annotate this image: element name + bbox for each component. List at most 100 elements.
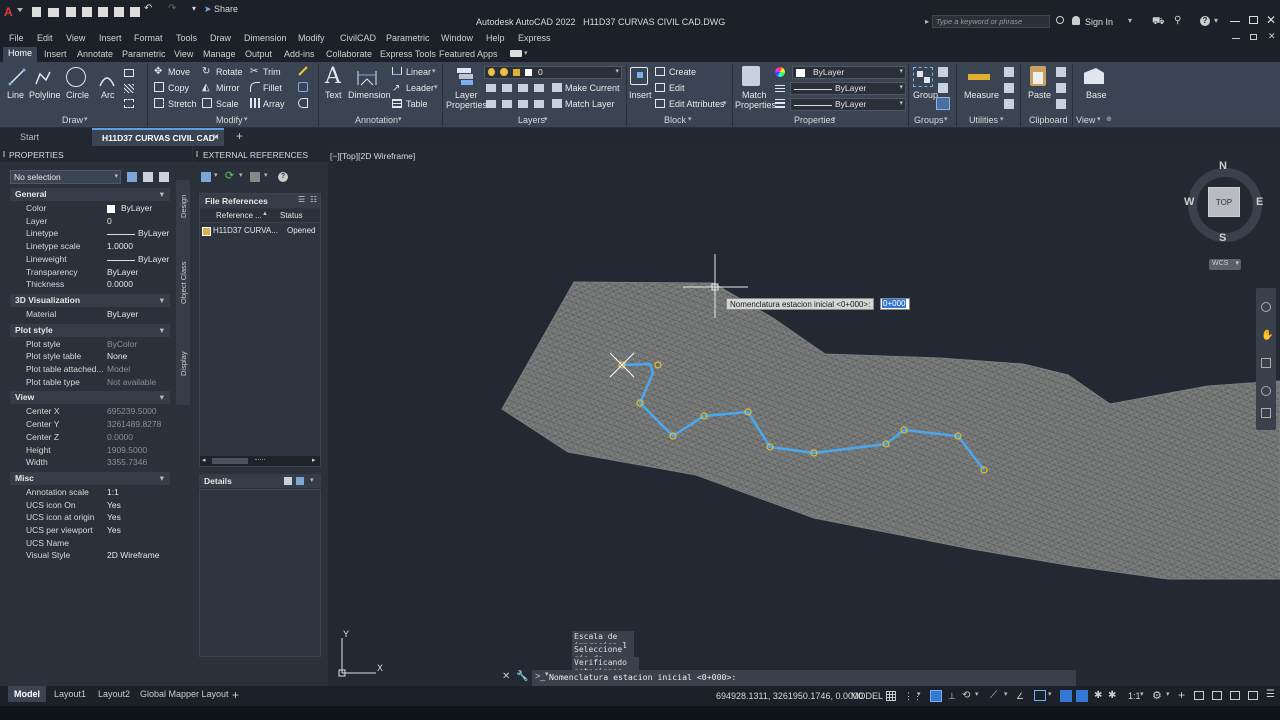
copy-clip-icon[interactable] (1056, 83, 1066, 93)
properties-expand-icon[interactable]: ▾ (832, 115, 836, 123)
osnap-icon[interactable]: ∠ (1016, 691, 1024, 702)
property-value[interactable]: 0.0000 (107, 279, 133, 289)
cut-icon[interactable] (1056, 67, 1066, 77)
attach-dropdown-icon[interactable]: ▾ (214, 171, 218, 179)
clean-screen-icon[interactable] (1248, 691, 1258, 700)
attach-dwg-icon[interactable] (201, 172, 211, 182)
view-options-icon[interactable]: ⊕ (1106, 115, 1112, 123)
palette-handle-icon[interactable] (196, 151, 198, 157)
insert-icon[interactable] (630, 67, 648, 85)
property-row[interactable]: Thickness 0.0000 (10, 279, 170, 291)
property-section-plot-style[interactable]: Plot style ▾ (10, 323, 170, 337)
layer-unisolate-icon[interactable] (502, 100, 512, 108)
property-value[interactable]: ByLayer (107, 309, 138, 319)
create-button[interactable]: Create (669, 67, 696, 77)
mirror-icon[interactable]: ◭ (202, 82, 210, 93)
property-row[interactable]: Plot table attached... Model (10, 364, 170, 376)
base-view-icon[interactable] (1084, 68, 1104, 84)
command-input[interactable]: Nomenclatura estacion inicial <0+000>: (549, 672, 736, 682)
ribbon-tab-add-ins[interactable]: Add-ins (284, 49, 315, 59)
property-value[interactable]: None (107, 351, 127, 361)
dynamic-input-field[interactable]: 0+000 (880, 298, 910, 310)
customize-qat-icon[interactable]: ▾ (192, 4, 196, 13)
text-button[interactable]: Text (325, 90, 342, 100)
property-value[interactable]: ByLayer (107, 267, 138, 277)
workspace-dropdown-icon[interactable]: ▾ (1166, 690, 1170, 698)
group-button[interactable]: Group (913, 90, 938, 100)
edit-attributes-button[interactable]: Edit Attributes (669, 99, 725, 109)
refresh-dropdown-icon[interactable]: ▾ (239, 171, 243, 179)
fillet-icon[interactable] (250, 82, 260, 92)
coordinates-readout[interactable]: 694928.1311, 3261950.1746, 0.0000 (716, 691, 863, 701)
osnap-dropdown-icon[interactable]: ▾ (1048, 690, 1052, 698)
close-icon[interactable]: ✕ (1266, 13, 1276, 27)
search-icon[interactable] (1056, 16, 1064, 24)
list-view-icon[interactable]: ☰ (298, 195, 305, 204)
property-row[interactable]: Linetype ByLayer (10, 228, 170, 240)
make-current-button[interactable]: Make Current (565, 83, 620, 93)
isodraft-icon[interactable]: ⟋ (990, 690, 997, 701)
paste-icon[interactable] (1030, 66, 1046, 86)
draw-expand-icon[interactable]: ▾ (84, 115, 88, 123)
copy-base-icon[interactable] (1056, 99, 1066, 109)
polyline-button[interactable]: Polyline (29, 90, 61, 100)
property-row[interactable]: Material ByLayer (10, 309, 170, 321)
doc-close-icon[interactable]: ✕ (1268, 31, 1276, 42)
wcs-menu[interactable]: WCS ▾ (1209, 259, 1241, 270)
isodraft-dropdown-icon[interactable]: ▾ (1004, 690, 1008, 698)
scale-dropdown-icon[interactable]: ▾ (1140, 690, 1144, 698)
layer-properties-label-2[interactable]: Properties (446, 100, 487, 110)
scale-button[interactable]: Scale (216, 99, 239, 109)
refresh-icon[interactable]: ⟳ (225, 169, 234, 182)
column-status[interactable]: Status (280, 211, 303, 220)
drawing-canvas[interactable]: [−][Top][2D Wireframe] Nomenclatura esta… (328, 146, 1280, 686)
property-row[interactable]: Center Y 3261489.8278 (10, 419, 170, 431)
sign-in-arrow-icon[interactable]: ▾ (1128, 16, 1132, 25)
side-tab-design[interactable]: Design (179, 195, 188, 218)
stretch-icon[interactable] (154, 98, 164, 108)
menu-draw[interactable]: Draw (210, 33, 231, 43)
preview-icon[interactable] (296, 477, 304, 485)
menu-window[interactable]: Window (441, 33, 473, 43)
circle-icon[interactable] (66, 67, 86, 87)
annotation-plus-icon[interactable]: + (1178, 688, 1185, 702)
dropdown-arrow-icon[interactable] (17, 8, 23, 12)
rotate-icon[interactable]: ↻ (202, 66, 210, 77)
utility-tool-icon[interactable] (1004, 83, 1014, 93)
toggle-pickadd-icon[interactable] (127, 172, 137, 182)
layer-properties-icon[interactable] (455, 66, 475, 86)
menu-express[interactable]: Express (518, 33, 551, 43)
navigation-bar[interactable]: ✋ (1256, 288, 1276, 430)
property-section-3d-visualization[interactable]: 3D Visualization ▾ (10, 293, 170, 307)
layout-tab-layout1[interactable]: Layout1 (48, 686, 92, 702)
change-path-dropdown-icon[interactable]: ▾ (264, 171, 268, 179)
full-navigation-wheel-icon[interactable] (1261, 302, 1271, 312)
redo-icon[interactable]: ↷ (168, 3, 176, 14)
active-doc-tab[interactable]: H11D37 CURVAS CIVIL CAD* ✕ (92, 128, 224, 146)
change-path-icon[interactable] (250, 172, 260, 182)
color-dropdown[interactable]: ByLayer ▾ (792, 66, 906, 79)
user-icon[interactable] (1072, 16, 1080, 25)
quick-select-icon[interactable] (159, 172, 169, 182)
offset-icon[interactable] (298, 98, 308, 108)
start-tab[interactable]: Start (20, 132, 39, 142)
arc-icon[interactable] (98, 70, 116, 88)
isolate-objects-icon[interactable] (1230, 691, 1240, 700)
collapse-arrow-icon[interactable]: ▾ (160, 472, 164, 485)
command-close-icon[interactable]: ✕ (502, 671, 510, 682)
scroll-thumb[interactable] (212, 458, 248, 464)
help-dropdown-icon[interactable]: ▾ (1214, 16, 1218, 25)
palette-handle-icon[interactable] (3, 151, 5, 157)
circle-button[interactable]: Circle (66, 90, 89, 100)
modify-panel-title[interactable]: Modify (216, 115, 243, 125)
doc-restore-icon[interactable] (1250, 34, 1257, 40)
layout-tab-layout2[interactable]: Layout2 (92, 686, 136, 702)
save-web-icon[interactable] (114, 7, 124, 17)
add-layout-icon[interactable]: + (232, 688, 239, 702)
layout-tab-global-mapper-layout[interactable]: Global Mapper Layout (134, 686, 235, 702)
edit-button[interactable]: Edit (669, 83, 685, 93)
property-row[interactable]: Transparency ByLayer (10, 267, 170, 279)
property-row[interactable]: Lineweight ByLayer (10, 254, 170, 266)
menu-edit[interactable]: Edit (37, 33, 53, 43)
open-web-icon[interactable] (98, 7, 108, 17)
